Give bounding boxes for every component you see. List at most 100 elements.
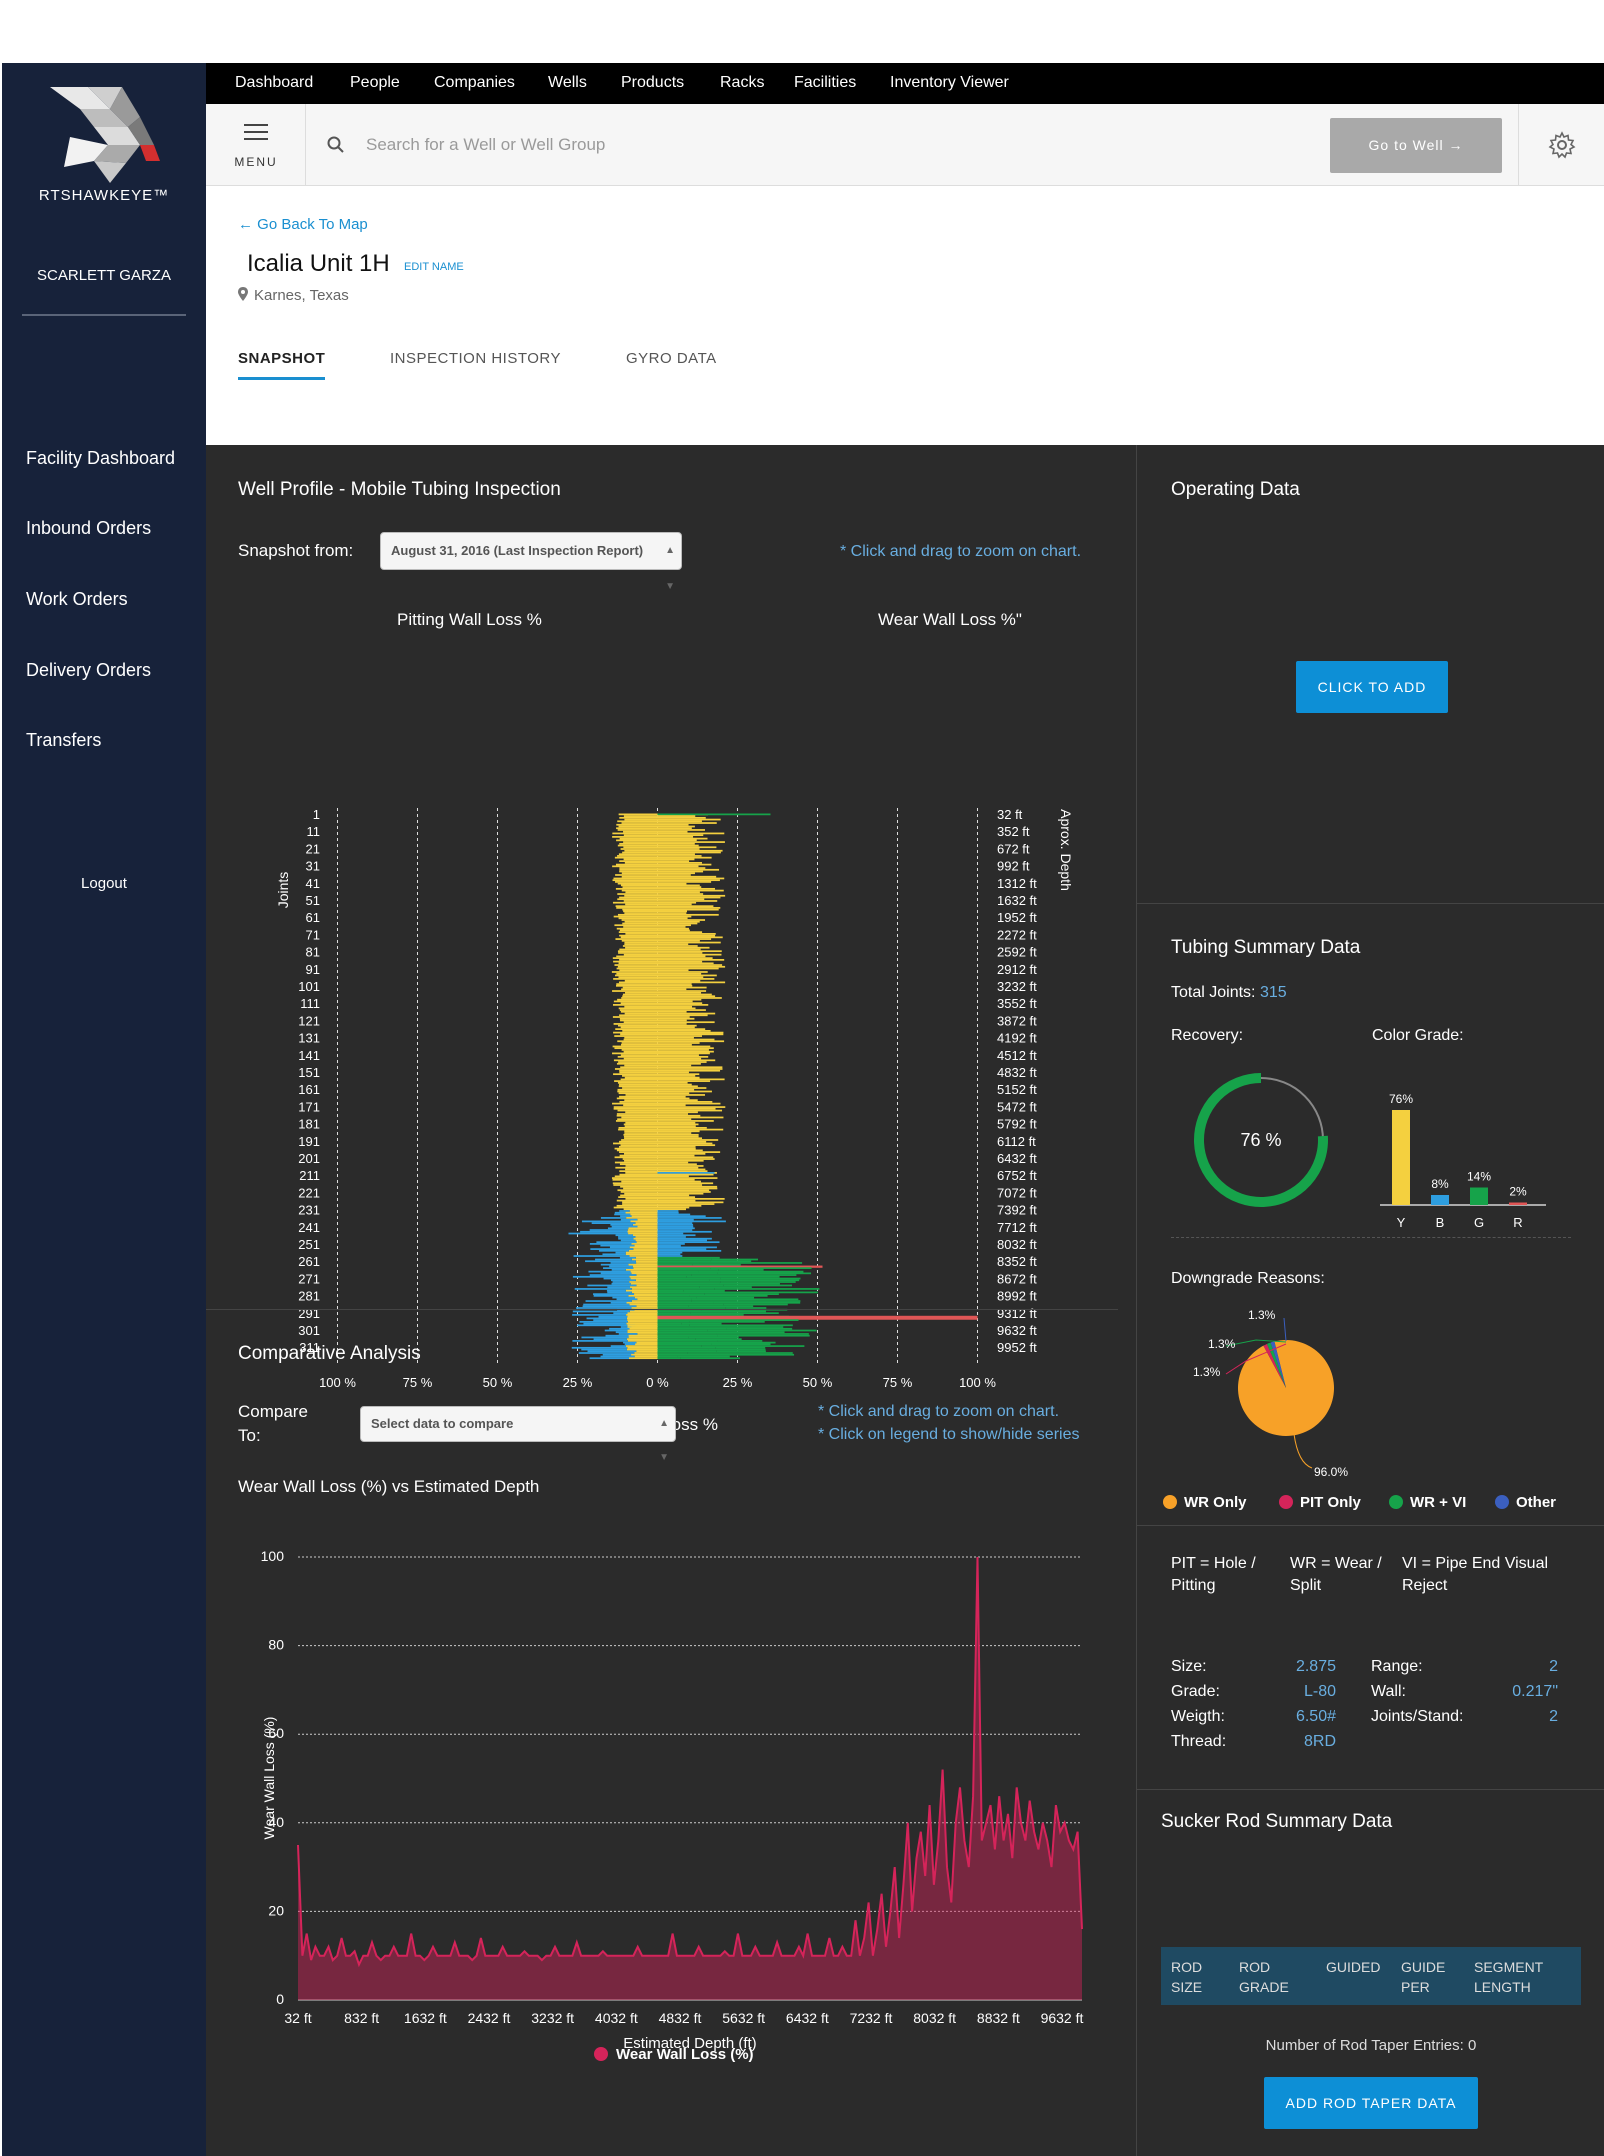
go-to-well-button[interactable]: Go to Well →: [1330, 118, 1502, 173]
pitting-bar-yellow: [625, 903, 658, 906]
wear-bar-green: [720, 1277, 801, 1280]
wear-bar-yellow: [657, 874, 691, 876]
sidebar-item-facility-dashboard[interactable]: Facility Dashboard: [26, 448, 175, 469]
wear-wall-loss-chart[interactable]: Wear Wall Loss (%) vs Estimated Depth 0 20…: [206, 1465, 1126, 2085]
snapshot-select[interactable]: August 31, 2016 (Last Inspection Report)…: [380, 532, 682, 592]
wear-bar-yellow: [657, 816, 706, 819]
wear-bar-yellow: [657, 1191, 711, 1193]
wear-bar-yellow: [657, 1088, 695, 1091]
pitting-bar-yellow: [631, 1353, 658, 1356]
snapshot-select-value: August 31, 2016 (Last Inspection Report): [391, 543, 644, 558]
rts-hawkeye-logo[interactable]: [50, 87, 160, 187]
topnav-racks[interactable]: Racks: [720, 74, 764, 92]
pitting-bar-yellow: [632, 1223, 658, 1226]
pitting-bar-yellow: [619, 1163, 658, 1166]
sidebar-item-transfers[interactable]: Transfers: [26, 730, 101, 751]
wear-bar-green: [717, 1340, 763, 1342]
pitting-bar-yellow: [618, 1146, 658, 1148]
pitting-bar-yellow: [620, 1144, 658, 1147]
pitting-bar-yellow: [616, 1113, 658, 1115]
topnav-wells[interactable]: Wells: [548, 74, 587, 92]
topnav-facilities[interactable]: Facilities: [794, 74, 856, 92]
topnav-dashboard[interactable]: Dashboard: [235, 74, 313, 92]
pitting-bar-yellow: [622, 922, 658, 925]
add-rod-taper-button[interactable]: ADD ROD TAPER DATA: [1264, 2077, 1478, 2129]
wear-bar-blue-green: [657, 1263, 693, 1266]
grade-bar-B: [1431, 1195, 1449, 1205]
pitting-bar-blue: [618, 1333, 638, 1335]
wear-bar-yellow: [657, 995, 716, 998]
compare-select[interactable]: Select data to compare ▲ ▼: [360, 1406, 676, 1463]
wear-bar-yellow: [657, 946, 710, 949]
pitting-bar-blue: [600, 1272, 632, 1275]
topnav-products[interactable]: Products: [621, 74, 684, 92]
search-input[interactable]: [366, 126, 1066, 164]
wear-bar-blue-green: [657, 1225, 694, 1228]
pitting-bar-yellow: [631, 1215, 658, 1218]
pitting-bar-blue: [607, 1286, 631, 1289]
pitting-bar-blue: [610, 1301, 627, 1304]
wear-bar-yellow: [657, 1047, 714, 1050]
depth-tick-label: 1952 ft: [997, 910, 1037, 925]
pitting-bar-yellow: [622, 1203, 658, 1205]
topnav-companies[interactable]: Companies: [434, 74, 515, 92]
section-divider: [1136, 1789, 1604, 1790]
x-tick-label: 50 %: [803, 1375, 833, 1390]
wear-bar-yellow: [657, 1147, 696, 1150]
pitting-bar-yellow: [622, 1075, 658, 1077]
pitting-bar-yellow: [623, 830, 658, 833]
pitting-bar-yellow: [635, 1279, 658, 1282]
topnav-inventory-viewer[interactable]: Inventory Viewer: [890, 74, 1009, 92]
wear-bar-blue-green: [657, 1239, 707, 1242]
wear-bar-yellow: [657, 1163, 697, 1166]
wear-bar-green: [723, 1284, 792, 1287]
joint-tick-label: 191: [298, 1134, 320, 1149]
wear-bar-green: [694, 1326, 784, 1328]
pitting-bar-blue: [574, 1288, 632, 1290]
wear-bar-yellow: [657, 1101, 713, 1103]
sidebar-item-inbound-orders[interactable]: Inbound Orders: [26, 518, 151, 539]
sidebar-item-delivery-orders[interactable]: Delivery Orders: [26, 660, 151, 681]
topnav-people[interactable]: People: [350, 74, 400, 92]
pitting-bar-blue: [609, 1246, 630, 1249]
pitting-bar-yellow: [636, 1241, 658, 1244]
back-to-map-link[interactable]: ← Go Back To Map: [238, 216, 368, 233]
wear-bar-yellow: [657, 891, 700, 894]
logout-link[interactable]: Logout: [2, 875, 206, 892]
tab-inspection-history[interactable]: INSPECTION HISTORY: [390, 350, 561, 377]
wear-bar-blue-green: [657, 1288, 715, 1290]
x-tick-label: 7232 ft: [850, 2010, 893, 2026]
tab-snapshot[interactable]: SNAPSHOT: [238, 350, 326, 380]
pitting-bar-blue: [578, 1352, 635, 1354]
pitting-bar-yellow: [627, 1312, 658, 1315]
pitting-bar-yellow: [625, 1111, 658, 1114]
pitting-bar-blue: [598, 1315, 628, 1318]
joint-tick-label: 81: [306, 945, 320, 960]
menu-button[interactable]: MENU: [206, 104, 306, 186]
pitting-bar-blue: [589, 1229, 628, 1231]
click-to-add-button[interactable]: CLICK TO ADD: [1296, 661, 1448, 713]
sidebar-item-work-orders[interactable]: Work Orders: [26, 589, 128, 610]
edit-name-link[interactable]: EDIT NAME: [404, 261, 464, 273]
wear-bar-yellow: [657, 971, 708, 973]
wear-bar-yellow: [657, 1104, 686, 1107]
wear-bar-yellow: [657, 943, 689, 946]
pitting-bar-yellow: [613, 1206, 658, 1209]
pitting-bar-blue: [603, 1277, 631, 1280]
pitting-bar-blue: [571, 1346, 628, 1349]
wear-bar-yellow: [657, 1125, 696, 1127]
wear-bar-yellow: [657, 1081, 688, 1084]
depth-tick-label: 5792 ft: [997, 1117, 1037, 1132]
pitting-bar-yellow: [619, 929, 658, 932]
wear-bar-blue-green: [657, 1334, 718, 1337]
wear-bar-yellow: [657, 981, 726, 984]
wear-bar-blue-green: [657, 1236, 686, 1238]
pitting-bar-yellow: [615, 887, 658, 890]
settings-button[interactable]: [1518, 104, 1604, 186]
x-tick-label: 100 %: [319, 1375, 356, 1390]
pitting-bar-yellow: [621, 1042, 658, 1044]
tab-gyro-data[interactable]: GYRO DATA: [626, 350, 717, 377]
pitting-bar-yellow: [616, 1097, 658, 1100]
wear-bar-blue-green: [657, 1272, 718, 1275]
depth-tick-label: 8992 ft: [997, 1289, 1037, 1304]
